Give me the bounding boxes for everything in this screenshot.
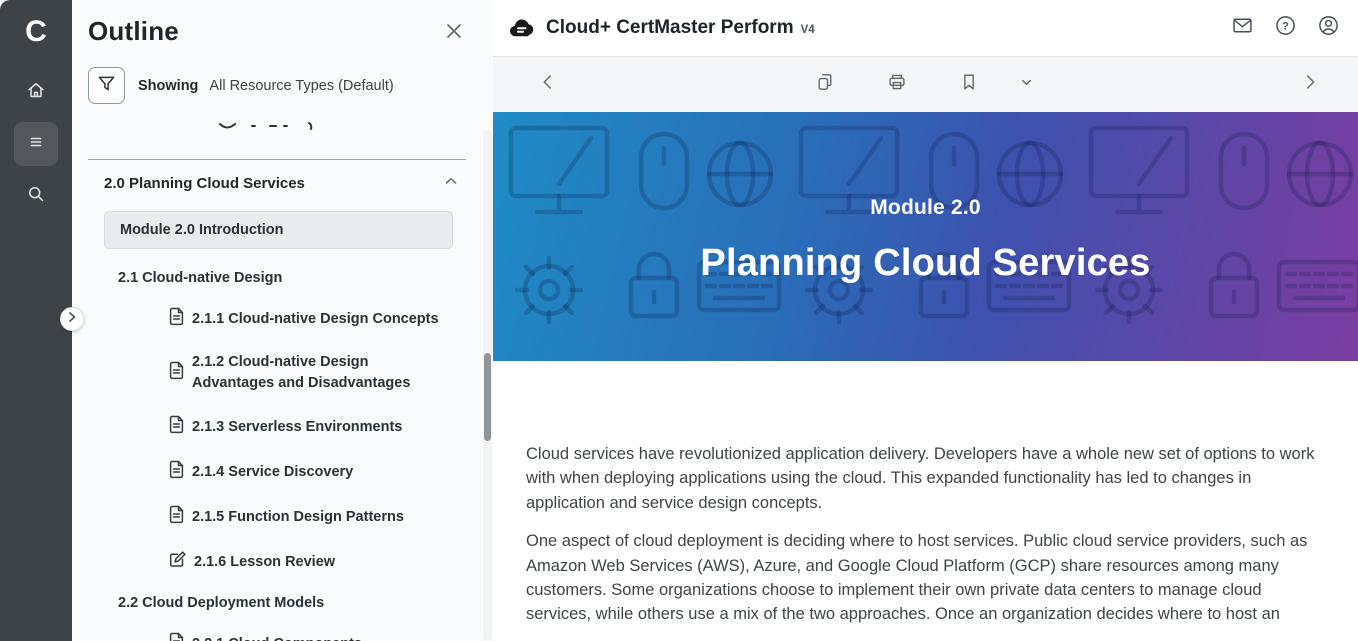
document-icon [168, 415, 192, 439]
outline-item-module-2-0-introduction[interactable]: Module 2.0 Introduction [104, 211, 453, 249]
search-button[interactable] [14, 174, 58, 218]
outline-item-label: 2.2.1 Cloud Components [192, 634, 362, 641]
messages-button[interactable] [1229, 15, 1255, 41]
account-button[interactable] [1315, 15, 1341, 41]
outline-item-2-1-4[interactable]: 2.1.4 Service Discovery [168, 460, 447, 484]
help-icon: ? [1274, 14, 1297, 42]
search-icon [25, 183, 47, 210]
chevron-up-icon [443, 173, 459, 194]
menu-icon [25, 131, 47, 158]
chevron-right-icon [66, 310, 78, 328]
outline-item-label: 2.1.4 Service Discovery [192, 462, 353, 483]
print-button[interactable] [880, 68, 914, 102]
outline-item-2-1-3[interactable]: 2.1.3 Serverless Environments [168, 415, 447, 439]
outline-item-label: 2.1.3 Serverless Environments [192, 417, 402, 438]
lesson-paragraph: Cloud services have revolutionized appli… [526, 442, 1328, 515]
outline-item-2-2-1[interactable]: 2.2.1 Cloud Components [168, 632, 447, 641]
module-banner: Module 2.0 Planning Cloud Services [493, 112, 1358, 361]
outline-panel: Outline Showing All Resource Types (Defa… [72, 0, 493, 641]
banner-title: Planning Cloud Services [700, 242, 1150, 285]
home-button[interactable] [14, 70, 58, 114]
lesson-content: Cloud services have revolutionized appli… [493, 361, 1358, 641]
help-button[interactable]: ? [1272, 15, 1298, 41]
filter-value[interactable]: All Resource Types (Default) [209, 78, 393, 94]
copy-button[interactable] [808, 68, 842, 102]
outline-item-2-1-1[interactable]: 2.1.1 Cloud-native Design Concepts [168, 307, 447, 331]
document-icon [168, 361, 192, 385]
outline-scrollbar-thumb[interactable] [484, 353, 491, 441]
comptia-logo: C [13, 12, 59, 52]
next-page-button[interactable] [1293, 68, 1327, 102]
bookmark-menu-button[interactable] [1010, 68, 1044, 102]
close-outline-button[interactable] [445, 22, 465, 42]
app-title: Cloud+ CertMaster Perform [546, 17, 794, 39]
outline-section-2-0[interactable]: 2.0 Planning Cloud Services [72, 172, 493, 194]
outline-list: 2.0 Planning Cloud Services Module 2.0 I… [72, 172, 493, 641]
outline-item-2-1-2[interactable]: 2.1.2 Cloud-native Design Advantages and… [168, 352, 447, 394]
app-version: V4 [801, 20, 815, 36]
brand: Cloud+ CertMaster Perform V4 [509, 17, 815, 39]
svg-text:?: ? [1282, 21, 1289, 33]
outline-item-label: 2.1.6 Lesson Review [194, 552, 335, 573]
bookmark-button[interactable] [952, 68, 986, 102]
mail-icon [1231, 14, 1254, 42]
clipped-outline-row [212, 120, 342, 133]
document-icon [168, 632, 192, 641]
outline-item-label: 2.1.1 Cloud-native Design Concepts [192, 309, 439, 330]
outline-item-2-1-5[interactable]: 2.1.5 Function Design Patterns [168, 505, 447, 529]
edit-icon [168, 550, 194, 574]
lesson-paragraph: One aspect of cloud deployment is decidi… [526, 529, 1328, 626]
caret-down-icon [1019, 75, 1034, 95]
document-icon [168, 505, 192, 529]
outline-panel-title: Outline [88, 16, 179, 47]
home-icon [25, 79, 47, 106]
section-title: 2.0 Planning Cloud Services [104, 175, 305, 192]
content-toolbar [493, 57, 1358, 112]
document-icon [168, 460, 192, 484]
showing-label: Showing [138, 78, 198, 94]
chevron-right-icon [1299, 71, 1321, 98]
chevron-left-icon [537, 71, 559, 98]
close-icon [445, 27, 463, 44]
outline-item-label: 2.1.5 Function Design Patterns [192, 507, 404, 528]
user-icon [1317, 14, 1340, 42]
filter-button[interactable] [88, 67, 125, 104]
bookmark-icon [958, 71, 980, 98]
outline-toggle-button[interactable] [14, 122, 58, 166]
copy-icon [814, 71, 836, 98]
document-icon [168, 307, 192, 331]
outline-divider [88, 159, 466, 160]
outline-item-2-1[interactable]: 2.1 Cloud-native Design [118, 270, 493, 286]
outline-item-label: 2.1.2 Cloud-native Design Advantages and… [192, 352, 447, 394]
main-header: Cloud+ CertMaster Perform V4 ? [493, 0, 1358, 57]
printer-icon [886, 71, 908, 98]
banner-module-label: Module 2.0 [870, 196, 981, 220]
panel-expand-button[interactable] [60, 307, 84, 331]
funnel-icon [97, 74, 116, 98]
app-window: C Outline [0, 0, 1358, 641]
cloud-logo-icon [509, 18, 536, 39]
outline-item-2-1-6[interactable]: 2.1.6 Lesson Review [168, 550, 447, 574]
outline-item-2-2[interactable]: 2.2 Cloud Deployment Models [118, 595, 493, 611]
filter-row: Showing All Resource Types (Default) [88, 67, 493, 104]
previous-page-button[interactable] [531, 68, 565, 102]
main-area: Cloud+ CertMaster Perform V4 ? [493, 0, 1358, 641]
